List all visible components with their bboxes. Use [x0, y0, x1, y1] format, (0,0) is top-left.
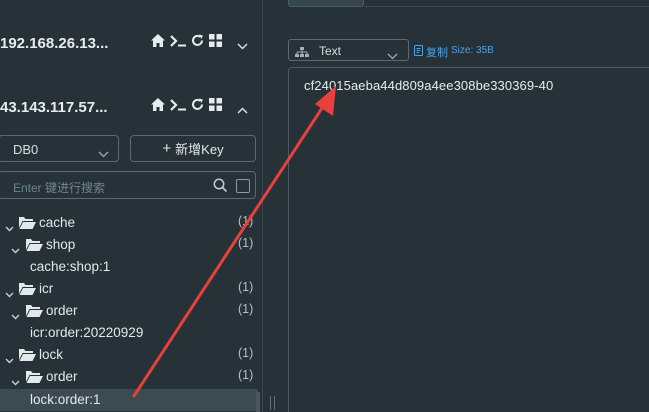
tree-label: lock:order:1	[30, 392, 101, 407]
folder-open-icon	[26, 370, 43, 388]
tab-bar	[364, 0, 649, 7]
refresh-icon[interactable]	[191, 34, 204, 47]
key-search-input[interactable]: Enter 键进行搜索	[0, 171, 256, 199]
tree-label: icr:order:20220929	[30, 325, 144, 340]
tree-label: lock	[39, 347, 64, 362]
tree-folder[interactable]: order (1)	[0, 366, 258, 388]
tree-folder[interactable]: icr (1)	[0, 278, 258, 300]
copy-button[interactable]: 复制	[414, 44, 448, 60]
tree-key[interactable]: cache:shop:1	[0, 256, 258, 278]
size-label: Size: 35B	[451, 45, 494, 56]
tree-key[interactable]: icr:order:20220929	[0, 322, 258, 344]
tree-label: icr	[39, 281, 54, 296]
chevron-up-icon[interactable]	[237, 101, 248, 119]
chevron-down-icon	[98, 145, 109, 163]
format-select[interactable]: Text	[288, 39, 409, 61]
tree-folder[interactable]: cache (1)	[0, 212, 258, 234]
resize-grip	[274, 396, 275, 410]
home-icon[interactable]	[151, 98, 165, 111]
folder-open-icon	[19, 216, 36, 234]
panel-resizer[interactable]	[262, 0, 280, 412]
terminal-icon[interactable]	[170, 98, 186, 111]
folder-open-icon	[26, 304, 43, 322]
tree-label: order	[46, 303, 78, 318]
plus-icon: +	[162, 140, 172, 157]
tree-key-selected[interactable]: lock:order:1	[0, 389, 258, 411]
chevron-down-icon[interactable]	[237, 37, 248, 55]
tree-label: order	[46, 369, 78, 384]
connection-name[interactable]: 192.168.26.13...	[0, 35, 108, 52]
add-key-label: 新增Key	[175, 142, 224, 157]
db-select-value: DB0	[13, 142, 39, 157]
tree-count: (1)	[238, 280, 254, 294]
tree-label: shop	[46, 237, 76, 252]
folder-open-icon	[19, 282, 36, 300]
connection-sidebar: 192.168.26.13... 43.143.117.57... DB0 + …	[0, 0, 262, 412]
chevron-down-icon	[387, 47, 398, 65]
refresh-icon[interactable]	[191, 98, 204, 111]
copy-label: 复制	[426, 47, 448, 59]
resize-grip	[270, 396, 271, 410]
value-editor[interactable]: cf24015aeba44d809a4ee308be330369-40	[288, 67, 649, 412]
add-key-button[interactable]: + 新增Key	[130, 135, 256, 162]
connection-item-2[interactable]: 43.143.117.57...	[0, 95, 258, 119]
terminal-icon[interactable]	[170, 34, 186, 47]
key-detail-panel: Text 复制 Size: 35B cf24015aeba44d809a4ee3…	[280, 0, 649, 412]
connection-actions	[151, 34, 222, 47]
search-placeholder: Enter 键进行搜索	[13, 181, 106, 195]
tree-count: (1)	[238, 368, 254, 382]
home-icon[interactable]	[151, 34, 165, 47]
folder-open-icon	[19, 348, 36, 366]
connection-name[interactable]: 43.143.117.57...	[0, 99, 108, 116]
tree-folder[interactable]: shop (1)	[0, 234, 258, 256]
tree-label: cache	[39, 215, 76, 230]
folder-open-icon	[26, 238, 43, 256]
tree-count: (1)	[238, 302, 254, 316]
db-select[interactable]: DB0	[0, 135, 119, 162]
connection-actions	[151, 98, 222, 111]
tree-count: (1)	[238, 214, 254, 228]
scrollbar[interactable]	[256, 392, 260, 412]
tree-count: (1)	[238, 346, 254, 360]
key-value-text[interactable]: cf24015aeba44d809a4ee308be330369-40	[304, 78, 553, 93]
tab-active[interactable]	[288, 0, 364, 7]
grid-icon[interactable]	[209, 98, 222, 111]
grid-icon[interactable]	[209, 34, 222, 47]
format-select-value: Text	[319, 44, 342, 58]
exact-search-checkbox[interactable]	[236, 179, 250, 193]
tree-icon	[295, 45, 309, 63]
copy-icon	[414, 45, 424, 59]
tree-folder[interactable]: order (1)	[0, 300, 258, 322]
search-icon[interactable]	[213, 178, 228, 198]
tree-count: (1)	[238, 236, 254, 250]
connection-item-1[interactable]: 192.168.26.13...	[0, 31, 258, 55]
tree-folder[interactable]: lock (1)	[0, 344, 258, 366]
tree-label: cache:shop:1	[30, 259, 111, 274]
